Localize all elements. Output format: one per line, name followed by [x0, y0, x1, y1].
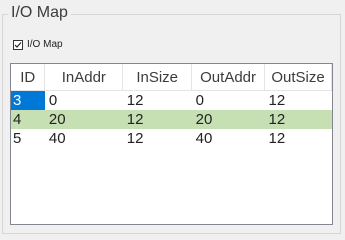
cell-id: 3 [11, 90, 45, 110]
io-map-checkbox-row[interactable]: I/O Map [13, 39, 63, 50]
cell-insize: 12 [126, 92, 144, 109]
io-map-checkbox-label: I/O Map [27, 39, 63, 50]
cell-id: 5 [13, 130, 22, 147]
column-header-outaddr[interactable]: OutAddr [191, 64, 266, 91]
cell-outaddr: 20 [191, 110, 265, 129]
cell-outaddr: 0 [195, 92, 204, 109]
checkmark-icon [14, 41, 22, 48]
io-map-table: ID InAddr InSize OutAddr OutSize 3 0 12 … [11, 64, 332, 148]
cell-outaddr: 40 [195, 130, 213, 147]
cell-id: 4 [11, 110, 45, 129]
io-map-panel: I/O Map I/O Map ID InAddr InSize OutAddr… [0, 0, 345, 240]
table-row[interactable]: 3 0 12 0 12 [11, 90, 332, 110]
cell-insize: 12 [122, 110, 192, 129]
column-header-insize[interactable]: InSize [122, 64, 193, 91]
cell-inaddr: 20 [44, 110, 123, 129]
column-header-outsize[interactable]: OutSize [264, 64, 332, 91]
column-header-inaddr[interactable]: InAddr [44, 64, 124, 91]
table-row[interactable]: 4 20 12 20 12 [11, 110, 332, 129]
column-header-id[interactable]: ID [11, 64, 46, 91]
io-map-listview[interactable]: ID InAddr InSize OutAddr OutSize 3 0 12 … [10, 63, 333, 225]
cell-insize: 12 [126, 130, 144, 147]
cell-outsize: 12 [264, 110, 332, 129]
table-row[interactable]: 5 40 12 40 12 [11, 129, 332, 148]
cell-outsize: 12 [268, 92, 286, 109]
groupbox-title: I/O Map [8, 3, 71, 23]
cell-inaddr: 40 [48, 130, 66, 147]
cell-inaddr: 0 [48, 92, 58, 109]
table-header-row: ID InAddr InSize OutAddr OutSize [11, 64, 332, 91]
cell-outsize: 12 [268, 130, 286, 147]
io-map-checkbox[interactable] [13, 39, 23, 50]
